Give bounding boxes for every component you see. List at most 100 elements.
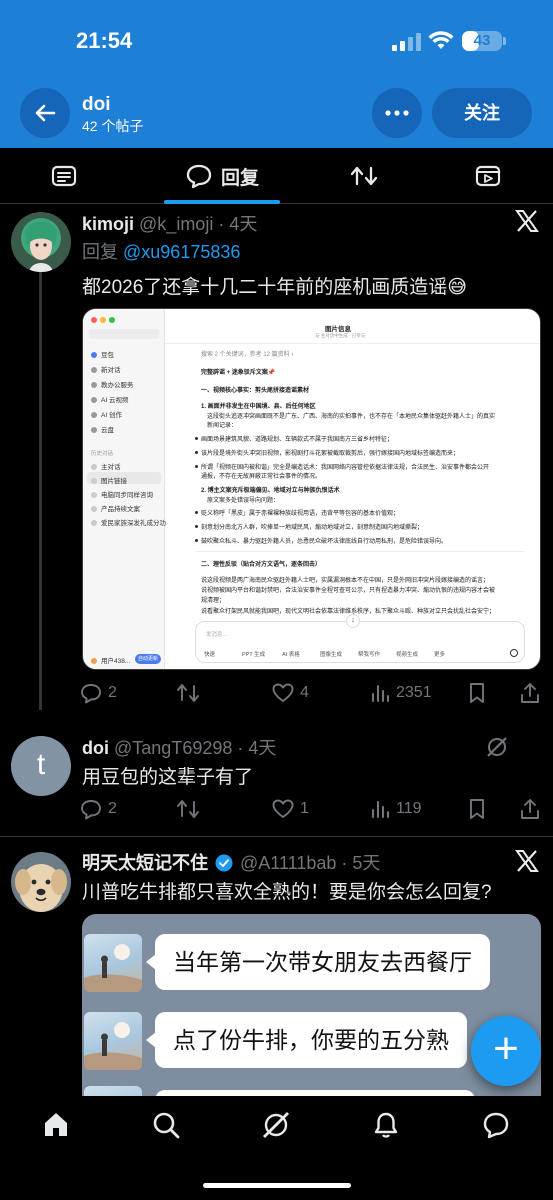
shot-chip: AI 表格 xyxy=(282,652,300,658)
heart-icon xyxy=(272,799,294,818)
author-handle: @k_imoji · 4天 xyxy=(139,214,258,234)
reply-button[interactable]: 2 xyxy=(80,797,117,821)
repost-icon xyxy=(350,166,378,186)
views-button[interactable]: 2351 xyxy=(370,681,432,705)
messages-icon[interactable] xyxy=(481,1110,511,1140)
wifi-icon xyxy=(428,31,454,49)
shot-chip: PPT 生成 xyxy=(242,652,266,658)
reply-count: 2 xyxy=(108,800,117,817)
repost-button[interactable] xyxy=(176,797,206,821)
thread-line xyxy=(39,272,42,710)
shot-line: 画面场景建筑风貌、道路规划、车辆款式不属于我国南方三省乡村特征； xyxy=(201,437,394,443)
bookmark-icon xyxy=(470,683,484,703)
share-icon xyxy=(521,799,539,819)
more-options-button[interactable] xyxy=(372,88,422,138)
sidebar-section: 历史对话 xyxy=(91,451,114,457)
chat-message: 点了份牛排，你要的五分熟 xyxy=(155,1012,467,1068)
profile-tabs: 回复 xyxy=(0,148,553,204)
battery-icon: 43 xyxy=(462,31,502,51)
view-count: 119 xyxy=(396,800,422,817)
posts-icon xyxy=(51,165,77,187)
shot-chip: 快速 xyxy=(204,652,216,658)
sidebar-item: 产品持续文案 xyxy=(91,503,140,513)
reply-icon xyxy=(81,799,101,819)
grok-icon[interactable] xyxy=(261,1110,291,1140)
sidebar-item: AI 云视频 xyxy=(91,394,128,404)
status-time: 21:54 xyxy=(76,28,133,53)
like-count: 4 xyxy=(300,684,309,701)
tab-posts[interactable] xyxy=(24,148,104,204)
notifications-icon[interactable] xyxy=(371,1110,401,1140)
avatar-doi[interactable]: t xyxy=(11,736,71,796)
avatar-dog[interactable] xyxy=(11,852,71,912)
search-note: 搜索 2 个关键词，参考 12 篇资料 › xyxy=(201,352,294,358)
profile-name: doi xyxy=(82,94,111,115)
tweet-author-line: kimoji @k_imoji · 4天 xyxy=(82,210,257,236)
follow-button[interactable]: 关注 xyxy=(432,88,532,138)
sidebar-user: 用户438... xyxy=(91,655,130,665)
reply-button[interactable]: 2 xyxy=(80,681,117,705)
author-name[interactable]: kimoji xyxy=(82,214,134,234)
shot-title: 图片信息 xyxy=(325,326,351,333)
bookmark-icon xyxy=(470,799,484,819)
author-name[interactable]: doi xyxy=(82,738,109,758)
repost-button[interactable] xyxy=(176,681,206,705)
shot-line: 2. 博主文案充斥极端偏见、地域对立与种族仇恨话术 xyxy=(201,488,340,494)
author-name[interactable]: 明天太短记不住 xyxy=(82,853,208,873)
sidebar-item: 新对话 xyxy=(91,364,121,374)
shot-chip: 更多 xyxy=(434,652,446,658)
shot-line: 该片段是境外街头冲突旧视频，影视剧打斗花絮被截取裁剪后，强行嫁接国内地域标签编造… xyxy=(201,451,460,457)
tweet-text: 用豆包的这辈子有了 xyxy=(82,767,254,788)
sidebar-item: 主对话 xyxy=(91,461,121,471)
home-indicator xyxy=(203,1183,351,1188)
chat-avatar xyxy=(84,1012,142,1070)
tweet-actions: 2 1 119 xyxy=(80,797,540,821)
tweet-image-chat[interactable]: 当年第一次带女朋友去西餐厅 点了份牛排，你要的五分熟 xyxy=(82,914,541,1096)
home-icon[interactable] xyxy=(41,1110,71,1140)
views-icon xyxy=(371,684,390,703)
bookmark-button[interactable] xyxy=(468,681,486,705)
tweet-text: 川普吃牛排都只喜欢全熟的！要是你会怎么回复? xyxy=(82,882,492,903)
shot-input-box: 发消息... ↓ 快速 PPT 生成 AI 表格 图像生成 帮我写作 视频生成 … xyxy=(195,614,525,663)
shot-chip: 视频生成 xyxy=(396,652,419,658)
tab-media[interactable] xyxy=(448,148,528,204)
shot-line: 1. 画面并非发生在中国境、县、后任何地区 xyxy=(201,404,316,410)
compose-button[interactable]: + xyxy=(471,1016,541,1086)
reply-to-link[interactable]: @xu96175836 xyxy=(123,242,240,262)
shot-line: 刻意划分南北方人群，吹捧单一地域民风，煽动地域对立，刻意制造国内地域撕裂； xyxy=(201,525,424,531)
heart-icon xyxy=(272,683,294,702)
tab-reposts[interactable] xyxy=(324,148,404,204)
share-button[interactable] xyxy=(520,797,540,821)
back-button[interactable] xyxy=(20,88,70,138)
shot-line: 一、视频核心事实：剪头尾拼接造谣素材 xyxy=(201,388,310,394)
reply-to-line: 回复 @xu96175836 xyxy=(82,238,240,264)
sidebar-item: 云盘 xyxy=(91,424,114,434)
cellular-signal-icon xyxy=(392,33,422,51)
shot-line: 说看聚众打架民风就能我国吧，现代文明社会依靠法律维系秩序，私下聚众斗殴、种族对立… xyxy=(201,609,496,615)
sidebar-item: AI 创作 xyxy=(91,409,122,419)
shot-line: 说视频被国内平台和谐封禁吧，合法治安事件全程可查可公示，只有捏造暴力冲突、煽动仇… xyxy=(201,588,496,594)
views-button[interactable]: 119 xyxy=(370,797,422,821)
sidebar-item: 教办公服务 xyxy=(91,379,134,389)
post-count: 42 个帖子 xyxy=(82,118,144,134)
shot-line: 通报，不存在无故屏蔽正常社会事件的情况。 xyxy=(201,474,322,480)
shot-chip: 图像生成 xyxy=(320,652,343,658)
like-button[interactable]: 4 xyxy=(272,681,309,705)
tab-replies[interactable]: 回复 xyxy=(164,148,280,204)
shot-line: 说这段视频是两广海南民众驱赶外籍人士吧，实属漏洞根本不在中国，只是外网旧冲突片段… xyxy=(201,578,490,584)
search-icon[interactable] xyxy=(151,1110,181,1140)
shot-chip: 帮我写作 xyxy=(358,652,381,658)
tweet-text: 都2026了还拿十几二十年前的座机画质造谣😅 xyxy=(82,277,468,298)
sidebar-item: 爱民家族深发礼成分功 xyxy=(91,517,166,527)
tweet-author-line: 明天太短记不住 @A1111bab · 5天 xyxy=(82,849,380,875)
x-logo-icon xyxy=(515,850,539,872)
bookmark-button[interactable] xyxy=(468,797,486,821)
like-button[interactable]: 1 xyxy=(272,797,309,821)
share-button[interactable] xyxy=(520,681,540,705)
avatar-kimoji[interactable] xyxy=(11,212,71,272)
shot-line: 贬义称呼「黑皮」属于赤裸裸种族歧视用语，违背平等包容的基本价值观； xyxy=(201,511,400,517)
grok-icon[interactable] xyxy=(486,736,508,758)
more-dots-icon xyxy=(385,110,409,116)
tweet-image[interactable]: 豆包 新对话 教办公服务 AI 云视频 AI 创作 云盘 历史对话 主对话 图片… xyxy=(82,308,541,670)
battery-level: 43 xyxy=(473,32,491,49)
